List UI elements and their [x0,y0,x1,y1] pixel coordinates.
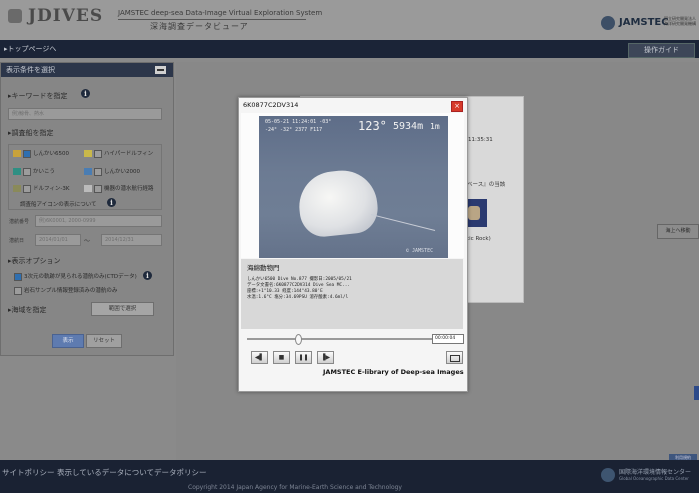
vessel-flag-icon [13,168,21,175]
vessel-flag-icon [13,185,21,192]
vessel-item-track[interactable]: 機器の潜水航行経路 [84,184,154,193]
copyright: Copyright 2014 Japan Agency for Marine-E… [188,484,402,491]
jamstec-logo[interactable]: JAMSTEC [619,17,669,28]
option-rock-sample[interactable]: 岩石サンプル情報登録済みの潜航のみ [14,286,117,295]
info-icon[interactable]: i [143,271,152,280]
vessel-flag-icon [13,150,21,157]
footer-org-en: Global Oceanographic Data Center [619,476,689,481]
dive-number-input[interactable]: 例)6K0001, 2000-0999 [35,215,162,227]
caption-panel: 海綿動物門 しんかい6500 Dive No.877 撮影日:2005/05/2… [241,259,463,329]
footer-link-data-policy[interactable]: データポリシー [154,467,207,478]
background-time: 11:35:31 [468,137,493,143]
date-from-input[interactable]: 2014/01/01 [35,234,81,246]
video-osd-line1: 05-05-21 11:24:01 -03° [265,119,332,125]
vessel-checkbox[interactable] [23,184,31,193]
option-label: 岩石サンプル情報登録済みの潜航のみ [24,288,118,294]
keyword-input[interactable]: 例)鯨骨、熱水 [8,108,162,120]
footer-org-jp[interactable]: 国際海洋環境情報センター [619,467,691,476]
side-scroll-strip[interactable] [694,386,699,400]
library-label: JAMSTEC E-library of Deep-sea Images [323,368,464,376]
vessel-item-hyperdolphin[interactable]: ハイパードルフィン [84,149,153,158]
vessel-item-dolphin3k[interactable]: ドルフィン-3K [13,184,69,193]
app-header: JDIVES JAMSTEC deep-sea Data-Image Virtu… [0,0,699,40]
move-to-sea-tab[interactable]: 海上へ移動 [657,224,699,239]
video-timecode: 00:00:04 [432,334,464,344]
vessel-label: ▸調査船を指定 [8,129,54,137]
sponge-stalk [370,214,436,231]
top-page-link[interactable]: ▸トップページへ [4,44,56,54]
show-button[interactable]: 表示 [52,334,84,348]
rewind-button[interactable]: ◀▌ [251,351,268,364]
sponge-specimen [295,167,381,239]
dive-date-label: 潜航日 [9,238,25,244]
background-rock-text: tic Rock) [467,236,491,242]
caption-line: 水温:1.6°C 塩分:34.69PSU 溶存酸素:4.6ml/l [247,295,349,300]
video-osd-heading: 123° [358,119,387,133]
system-name-jp: 深海調査データビューア [150,22,249,31]
forward-button[interactable]: ▐▶ [317,351,334,364]
keyword-label: ▸キーワードを指定 [8,92,68,100]
vessel-name: ドルフィン-3K [33,186,70,192]
background-db-text: ベース』の当該 [467,182,506,188]
vessel-flag-icon [84,168,92,175]
map-select-button[interactable]: 範囲で選択 [91,302,154,316]
jamstec-logo-icon [601,16,615,30]
area-label: ▸海域を指定 [8,306,47,314]
vessel-name: 機器の潜水航行経路 [104,186,154,192]
vessel-item-shinkai2000[interactable]: しんかい2000 [84,167,140,176]
date-to-input[interactable]: 2014/12/31 [101,234,162,246]
modal-title: 6K0877C2DV314 [243,101,299,109]
footer-link-site-policy[interactable]: サイトポリシー [2,467,55,478]
video-osd-depth: 5934m [393,121,424,132]
vessel-name: しんかい2000 [104,169,140,175]
fullscreen-icon[interactable] [446,351,463,364]
info-icon[interactable]: i [81,89,90,98]
video-modal: 6K0877C2DV314 × 05-05-21 11:24:01 -03° -… [238,97,468,392]
video-watermark: © JAMSTEC [406,248,434,254]
footer-link-data-about[interactable]: 表示しているデータについて [57,467,154,478]
video-frame: 05-05-21 11:24:01 -03° -24° -32° 2377 F1… [241,113,464,258]
title-divider [118,19,306,20]
vessel-flag-icon [84,185,92,192]
close-icon[interactable]: × [451,101,463,112]
option-label: 3次元の軌跡が見られる潜航のみ(CTDデータ) [24,274,137,280]
video-osd-scale: 1m [430,122,440,131]
godac-logo-icon [601,468,615,482]
dive-number-label: 潜航番号 [9,219,30,225]
jamstec-subtitle: 国立研究開発法人 海洋研究開発機構 [664,16,696,26]
pause-button[interactable]: ❚❚ [295,351,312,364]
vessel-checkbox[interactable] [23,149,31,158]
vessel-icon-note[interactable]: 調査船アイコンの表示について [20,200,97,208]
vessel-checkbox[interactable] [23,167,31,176]
caption-title: 海綿動物門 [247,264,280,272]
vessel-item-kaiko[interactable]: かいこう [13,167,55,176]
display-options-label: ▸表示オプション [8,257,61,265]
video-progress-handle[interactable] [295,334,302,345]
option-3d-track[interactable]: 3次元の軌跡が見られる潜航のみ(CTDデータ) [14,272,137,281]
option-checkbox[interactable] [14,286,22,295]
video-osd-line2: -24° -32° 2377 F117 [265,127,323,133]
reset-button[interactable]: リセット [86,334,122,348]
stop-button[interactable]: ■ [273,351,290,364]
vessel-flag-icon [84,150,92,157]
video-player[interactable]: 05-05-21 11:24:01 -03° -24° -32° 2377 F1… [259,116,448,258]
jdives-logo-icon [8,9,22,23]
option-checkbox[interactable] [14,272,22,281]
date-separator: 〜 [84,238,91,245]
vessel-name: かいこう [33,169,56,175]
vessel-checkbox[interactable] [94,184,102,193]
app-logo[interactable]: JDIVES [28,6,103,26]
vessel-checkbox[interactable] [94,149,102,158]
vessel-checkbox[interactable] [94,167,102,176]
guide-button[interactable]: 操作ガイド [628,43,695,58]
vessel-item-shinkai6500[interactable]: しんかい6500 [13,149,69,158]
info-icon[interactable]: i [107,198,116,207]
vessel-name: しんかい6500 [33,151,69,157]
system-name-en: JAMSTEC deep-sea Data-Image Virtual Expl… [118,9,323,17]
video-progress-bar[interactable] [247,338,433,340]
collapse-button[interactable] [155,66,166,74]
nav-bar [0,40,699,58]
sidebar-title: 表示条件を選択 [1,63,173,77]
vessel-name: ハイパードルフィン [104,151,154,157]
